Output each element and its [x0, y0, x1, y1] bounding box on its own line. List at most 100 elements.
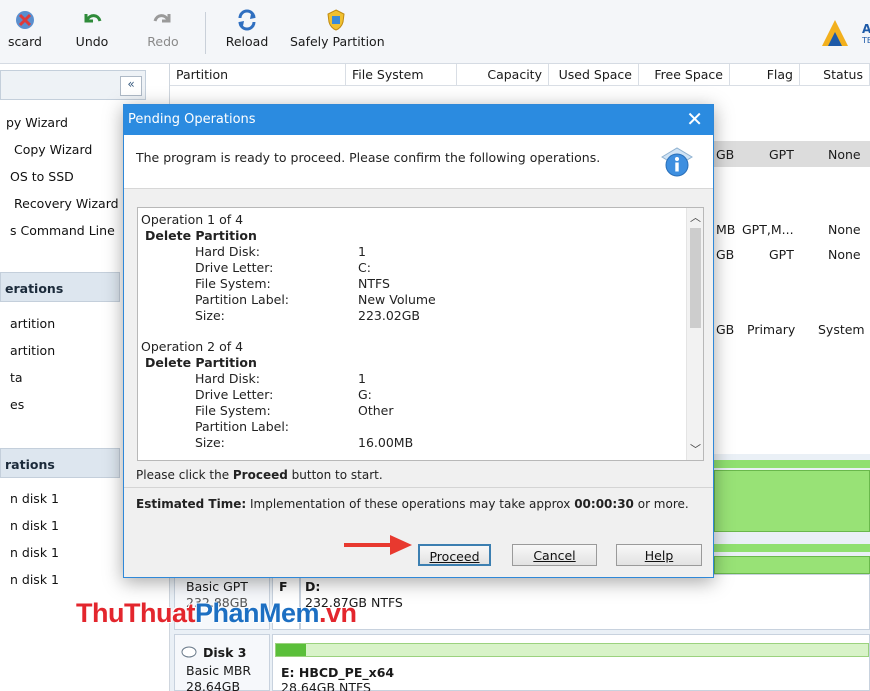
sidebar-item-pending[interactable]: n disk 1 [10, 518, 59, 533]
operation-field-value: NTFS [358, 276, 390, 291]
collapse-up-icon[interactable]: « [120, 76, 142, 96]
close-icon[interactable]: ✕ [686, 108, 703, 130]
scroll-down-icon[interactable]: ﹀ [690, 441, 701, 457]
cell-free-space: GB [716, 147, 735, 162]
vertical-scrollbar[interactable]: ︿ ﹀ [686, 208, 703, 460]
sidebar-item-operation[interactable]: artition [10, 343, 55, 358]
disk-3-info[interactable]: Disk 3 Basic MBR 28.64GB [174, 634, 270, 691]
pending-operations-dialog: Pending Operations ✕ The program is read… [123, 104, 714, 578]
hint-bold: Proceed [232, 468, 288, 482]
cancel-button[interactable]: Cancel [512, 544, 597, 566]
disk-2-main-partition[interactable]: D: 232.87GB NTFS [300, 574, 870, 630]
operation-field-label: Hard Disk: [195, 371, 260, 386]
dialog-message: The program is ready to proceed. Please … [136, 150, 601, 165]
sidebar-item-pending[interactable]: n disk 1 [10, 491, 59, 506]
column-header-capacity[interactable]: Capacity [457, 64, 549, 86]
disk-2-bar [714, 544, 870, 552]
watermark-part1: ThuThuat [76, 598, 195, 628]
dialog-title: Pending Operations [128, 112, 256, 127]
disk-type: Basic MBR [186, 663, 252, 678]
column-header-status[interactable]: Status [800, 64, 870, 86]
operation-field-label: Drive Letter: [195, 260, 274, 275]
logo-icon [822, 20, 848, 46]
undo-button[interactable]: Undo [72, 8, 112, 58]
operation-field-value: 1 [358, 244, 366, 259]
est-suffix: or more. [633, 497, 689, 511]
cell-free-space: GB [716, 247, 735, 262]
hint-suffix: button to start. [287, 468, 383, 482]
help-button[interactable]: Help [616, 544, 702, 566]
partition-letter: F [279, 579, 288, 594]
sidebar-item-wizard[interactable]: Recovery Wizard [14, 196, 119, 211]
shield-icon [327, 9, 345, 31]
operation-field-value: G: [358, 387, 372, 402]
watermark-part2: PhanMem [194, 598, 320, 628]
info-icon [661, 147, 693, 177]
partition-name: D: [305, 579, 321, 594]
toolbar-separator [205, 12, 206, 54]
disk-name: Disk 3 [203, 645, 247, 660]
est-text: Implementation of these operations may t… [246, 497, 575, 511]
operation-field-label: Size: [195, 435, 225, 450]
operation-field-value: 1 [358, 371, 366, 386]
operation-field-value: Other [358, 403, 394, 418]
operation-action: Delete Partition [145, 355, 257, 370]
sidebar-section-operations[interactable]: erations [0, 272, 120, 302]
column-header-partition[interactable]: Partition [170, 64, 346, 86]
discard-icon [16, 11, 34, 29]
disk-1-partition[interactable] [714, 470, 870, 532]
partition-usage-fill [276, 644, 306, 656]
watermark: ThuThuatPhanMem.vn [76, 598, 357, 629]
operation-field-label: File System: [195, 276, 271, 291]
discard-label: scard [8, 34, 42, 49]
operation-action: Delete Partition [145, 228, 257, 243]
cell-status: None [828, 247, 861, 262]
partition-info: 28.64GB NTFS [281, 680, 371, 691]
safely-partition-label: Safely Partition [290, 34, 385, 49]
redo-label: Redo [147, 34, 179, 49]
disk-size: 28.64GB [186, 679, 241, 691]
dialog-message-area: The program is ready to proceed. Please … [124, 135, 713, 189]
sidebar-item-wizard[interactable]: Copy Wizard [14, 142, 92, 157]
sidebar-section-pending[interactable]: rations [0, 448, 120, 478]
sidebar-item-operation[interactable]: artition [10, 316, 55, 331]
operation-field-label: Size: [195, 308, 225, 323]
operation-field-value: 16.00MB [358, 435, 414, 450]
sidebar-item-wizard[interactable]: s Command Line [10, 223, 115, 238]
column-header-file-system[interactable]: File System [346, 64, 457, 86]
cell-status: None [828, 147, 861, 162]
cell-free-space: MB [716, 222, 736, 237]
discard-button[interactable]: scard [4, 8, 46, 58]
operation-field-value: New Volume [358, 292, 436, 307]
disk-icon [181, 646, 197, 658]
sidebar-item-pending[interactable]: n disk 1 [10, 545, 59, 560]
redo-icon [153, 14, 171, 23]
dialog-divider [124, 487, 713, 488]
operation-field-label: File System: [195, 403, 271, 418]
redo-button[interactable]: Redo [143, 8, 183, 58]
sidebar-item-wizard[interactable]: OS to SSD [10, 169, 74, 184]
sidebar-item-operation[interactable]: ta [10, 370, 23, 385]
operation-field-label: Partition Label: [195, 292, 290, 307]
partition-name: E: HBCD_PE_x64 [281, 665, 395, 680]
cell-flag: GPT [769, 147, 794, 162]
disk-type: Basic GPT [186, 579, 248, 594]
disk-2-partition[interactable] [714, 556, 870, 574]
disk-3-partition[interactable]: E: HBCD_PE_x64 28.64GB NTFS [272, 634, 870, 691]
scroll-up-icon[interactable]: ︿ [690, 209, 701, 225]
operations-list[interactable]: Operation 1 of 4 Delete Partition Hard D… [137, 207, 704, 461]
reload-button[interactable]: Reload [222, 8, 272, 58]
scrollbar-thumb[interactable] [690, 228, 701, 328]
cell-status: None [828, 222, 861, 237]
reload-label: Reload [225, 34, 269, 49]
safely-partition-button[interactable]: Safely Partition [290, 8, 385, 58]
operation-field-label: Hard Disk: [195, 244, 260, 259]
sidebar-item-operation[interactable]: es [10, 397, 24, 412]
sidebar-item-pending[interactable]: n disk 1 [10, 572, 59, 587]
column-header-used-space[interactable]: Used Space [549, 64, 639, 86]
proceed-button[interactable]: Proceed [418, 544, 491, 566]
column-header-flag[interactable]: Flag [730, 64, 800, 86]
column-header-free-space[interactable]: Free Space [639, 64, 730, 86]
sidebar-item-wizard[interactable]: py Wizard [6, 115, 68, 130]
operation-header: Operation 2 of 4 [141, 339, 244, 354]
